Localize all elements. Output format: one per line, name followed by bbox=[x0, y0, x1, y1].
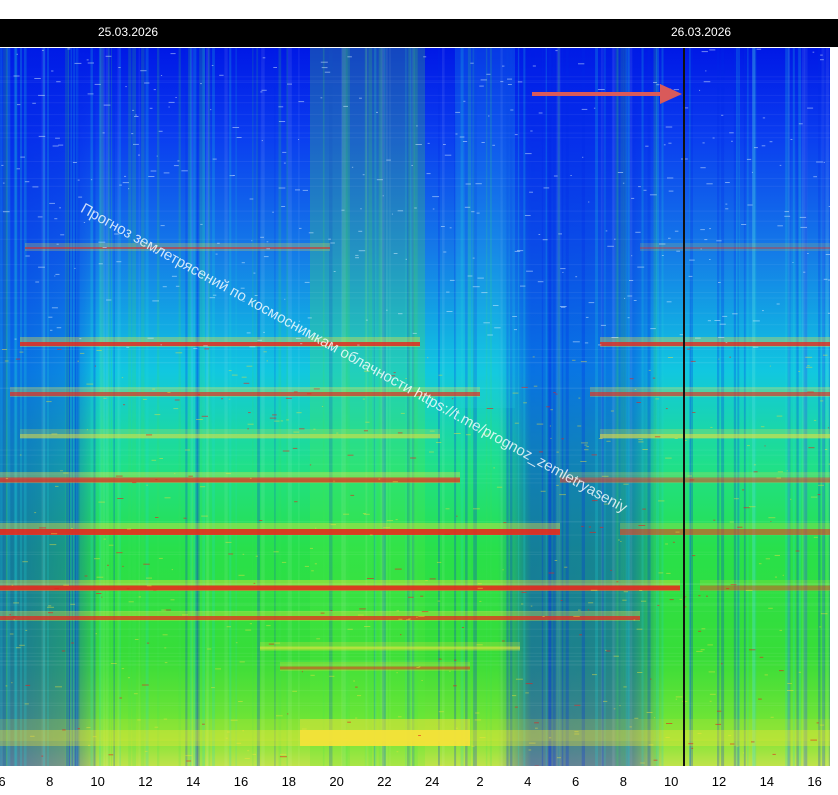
date-label-start: 25.03.2026 bbox=[98, 25, 159, 39]
x-tick-label: 4 bbox=[524, 774, 532, 789]
x-tick-label: 16 bbox=[233, 774, 249, 789]
x-tick-label: 8 bbox=[619, 774, 628, 789]
spectrogram-texture bbox=[0, 48, 830, 766]
x-axis: 6 8 10 12 14 16 18 20 22 24 2 4 6 8 10 12 14 16 bbox=[0, 766, 838, 795]
spectrogram-view: 25.03.2026 26.03.2026 Прогноз землетрясе… bbox=[0, 0, 838, 795]
x-tick-label: 24 bbox=[424, 774, 440, 789]
x-tick-label: 20 bbox=[329, 774, 344, 789]
x-tick-label: 10 bbox=[90, 774, 105, 789]
date-label-end: 26.03.2026 bbox=[671, 25, 732, 39]
plot-right-border bbox=[830, 48, 838, 766]
x-tick-label: 12 bbox=[138, 774, 153, 789]
x-tick-label: 14 bbox=[759, 774, 775, 789]
x-tick-label: 16 bbox=[807, 774, 822, 789]
x-tick-label: 14 bbox=[185, 774, 201, 789]
x-tick-label: 2 bbox=[476, 774, 484, 789]
x-tick-label: 22 bbox=[377, 774, 392, 789]
event-marker-line bbox=[683, 48, 685, 766]
x-tick-label: 10 bbox=[663, 774, 679, 789]
spectrogram-plot bbox=[0, 48, 830, 766]
x-tick-label: 18 bbox=[281, 774, 297, 789]
x-tick-label: 6 bbox=[571, 774, 580, 789]
x-tick-label: 8 bbox=[46, 774, 54, 789]
arrow-icon bbox=[532, 84, 682, 104]
x-tick-label: 6 bbox=[0, 774, 6, 789]
x-tick-label: 12 bbox=[711, 774, 727, 789]
